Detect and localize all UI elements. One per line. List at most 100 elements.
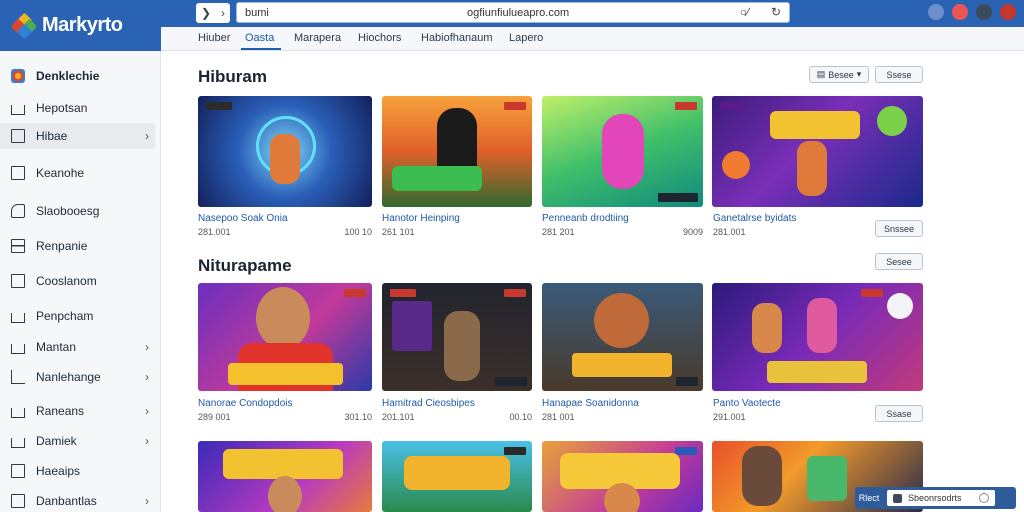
- toggle-icon[interactable]: [979, 493, 989, 503]
- sidebar-item[interactable]: Nanlehange ›: [0, 364, 161, 390]
- calendar-icon: [11, 274, 25, 288]
- sidebar-item[interactable]: Mantan ›: [0, 334, 161, 360]
- card-title[interactable]: Panto Vaotecte: [713, 398, 781, 409]
- shop-icon: [11, 438, 25, 448]
- character-figure: [444, 311, 480, 381]
- game-thumbnail[interactable]: [382, 283, 532, 391]
- active-tab-indicator: [241, 48, 281, 50]
- game-thumbnail[interactable]: [542, 441, 703, 512]
- url-text[interactable]: ogfiunfiulueapro.com: [467, 7, 569, 19]
- game-thumbnail[interactable]: [712, 96, 923, 207]
- card-title[interactable]: Hamitrad Cieosbipes: [382, 398, 475, 409]
- screen-graphic: [392, 301, 432, 351]
- pill-label: Ssese: [886, 69, 912, 80]
- card-title[interactable]: Nasepoo Soak Onia: [198, 213, 288, 224]
- section-title: Niturapame: [198, 256, 292, 275]
- sidebar-item[interactable]: Cooslanom: [0, 268, 161, 294]
- card-title[interactable]: Ganetalrse byidats: [713, 213, 796, 224]
- card-meta: 281.001: [198, 227, 231, 237]
- character-figure: [797, 141, 827, 196]
- card-count: 100 10: [344, 227, 372, 237]
- thumbnail-tag: [504, 289, 526, 297]
- chevron-right-icon: ›: [145, 129, 149, 143]
- tab-item[interactable]: Habiofhanaum: [421, 32, 493, 44]
- store-icon: [11, 313, 25, 323]
- sidebar-item[interactable]: Slaobooesg: [0, 198, 161, 224]
- tab-item-active[interactable]: Oasta: [245, 32, 274, 44]
- sidebar-item[interactable]: Renpanie: [0, 233, 161, 259]
- thumbnail-tag: [675, 102, 697, 110]
- share-icon: [11, 370, 25, 384]
- sidebar-item[interactable]: Damiek ›: [0, 428, 161, 454]
- chevron-right-icon: ›: [145, 340, 149, 354]
- card-count: 301.10: [344, 412, 372, 422]
- card-title[interactable]: Hanapae Soanidonna: [542, 398, 639, 409]
- float-bar-field[interactable]: Sbeonrsodrts: [887, 490, 995, 506]
- chevron-left-icon[interactable]: ❯: [201, 6, 211, 20]
- filter-button[interactable]: Ssese: [875, 66, 923, 83]
- url-bar[interactable]: bumi ogfiunfiulueapro.com ○∕ ↻: [236, 2, 790, 23]
- thumbnail-badge: [658, 193, 698, 202]
- chevron-right-icon[interactable]: ›: [221, 6, 225, 20]
- game-thumbnail[interactable]: [542, 283, 703, 391]
- more-button[interactable]: Ssase: [875, 405, 923, 422]
- game-thumbnail[interactable]: [198, 283, 372, 391]
- card-title[interactable]: Hanotor Heinping: [382, 213, 460, 224]
- sidebar-item[interactable]: Penpcham: [0, 303, 161, 329]
- chevron-right-icon: ›: [145, 494, 149, 508]
- profile-icon[interactable]: [976, 4, 992, 20]
- extension-icon[interactable]: [928, 4, 944, 20]
- thumbnail-tag: [344, 289, 366, 297]
- title-banner: [572, 353, 672, 377]
- game-thumbnail[interactable]: [382, 441, 532, 512]
- reload-icon[interactable]: ↻: [771, 5, 781, 19]
- chevron-right-icon: ›: [145, 404, 149, 418]
- card-count: 9009: [682, 227, 703, 237]
- sidebar-item-label: Penpcham: [36, 309, 94, 323]
- app-logo[interactable]: Markyrto: [0, 0, 161, 51]
- ghost-figure: [887, 293, 913, 319]
- title-banner: [770, 111, 860, 139]
- search-icon[interactable]: ○∕: [740, 5, 749, 19]
- floating-action-bar: Rlect Sbeonrsodrts: [855, 487, 1016, 509]
- sidebar-item[interactable]: Raneans ›: [0, 398, 161, 424]
- sidebar-item-label: Nanlehange: [36, 370, 101, 384]
- chevron-down-icon: ▾: [856, 69, 862, 79]
- thumbnail-tag: [504, 102, 526, 110]
- character-figure: [256, 287, 310, 349]
- sidebar-item[interactable]: Hepotsan: [0, 95, 161, 121]
- sidebar-item-selected[interactable]: Hibae ›: [0, 123, 155, 149]
- game-thumbnail[interactable]: [198, 96, 372, 207]
- sidebar-item[interactable]: Keanohe: [0, 160, 161, 186]
- character-figure: [594, 293, 649, 348]
- sidebar-item-brand[interactable]: Denklechie: [0, 63, 161, 89]
- thumbnail-tag: [206, 102, 232, 110]
- chevron-right-icon: ›: [145, 434, 149, 448]
- sidebar-item[interactable]: Danbantlas ›: [0, 488, 161, 512]
- card-title[interactable]: Penneanb drodtiing: [542, 213, 629, 224]
- filter-button[interactable]: Sesee: [875, 253, 923, 270]
- tab-item[interactable]: Lapero: [509, 32, 543, 44]
- notification-icon[interactable]: [952, 4, 968, 20]
- thumbnail-tag: [861, 289, 883, 297]
- more-button[interactable]: Snssee: [875, 220, 923, 237]
- pill-label: Ssase: [886, 408, 912, 419]
- creature-figure: [877, 106, 907, 136]
- game-thumbnail[interactable]: [542, 96, 703, 207]
- game-thumbnail[interactable]: [712, 283, 923, 391]
- sidebar-item[interactable]: Haeaips: [0, 458, 161, 484]
- sort-button[interactable]: ▤ Besee ▾: [809, 66, 869, 83]
- tab-item[interactable]: Marapera: [294, 32, 341, 44]
- folder-icon: [11, 129, 25, 143]
- game-thumbnail[interactable]: [198, 441, 372, 512]
- float-bar-label[interactable]: Rlect: [855, 493, 883, 503]
- pill-label: Snssee: [883, 223, 915, 234]
- building-icon: [11, 344, 25, 354]
- sidebar-item-label: Slaobooesg: [36, 204, 100, 218]
- game-thumbnail[interactable]: [382, 96, 532, 207]
- menu-icon[interactable]: [1000, 4, 1016, 20]
- card-title[interactable]: Nanorae Condopdois: [198, 398, 293, 409]
- tab-item[interactable]: Hiochors: [358, 32, 401, 44]
- tab-item[interactable]: Hiuber: [198, 32, 230, 44]
- sidebar-item-label: Denklechie: [36, 69, 100, 83]
